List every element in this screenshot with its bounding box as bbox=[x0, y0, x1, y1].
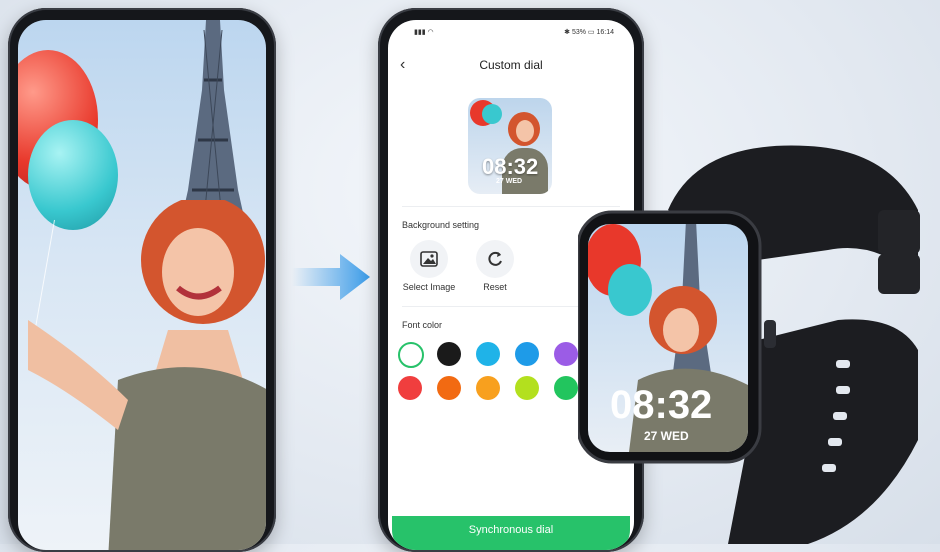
font-color-swatch[interactable] bbox=[437, 376, 461, 400]
preview-time: 08:32 bbox=[482, 154, 539, 179]
status-time: 16:14 bbox=[596, 29, 614, 36]
font-color-swatch[interactable] bbox=[515, 376, 539, 400]
font-color-label: Font color bbox=[402, 320, 443, 330]
select-image-button[interactable] bbox=[410, 240, 448, 278]
preview-date: 27 WED bbox=[496, 178, 523, 185]
smartwatch: 08:32 27 WED bbox=[578, 145, 920, 544]
font-color-swatch[interactable] bbox=[476, 342, 500, 366]
status-bar: ▮▮▮ ◠ ✱ 53% ▭ 16:14 bbox=[388, 26, 634, 40]
preview-teal-balloon bbox=[482, 104, 502, 124]
woman-photo bbox=[28, 200, 266, 550]
font-color-swatch[interactable] bbox=[515, 342, 539, 366]
font-color-swatch[interactable] bbox=[398, 376, 422, 400]
left-phone-screen-photo bbox=[18, 20, 266, 550]
dial-preview: 08:32 27 WED bbox=[468, 98, 552, 194]
page-title: Custom dial bbox=[479, 58, 543, 72]
image-icon bbox=[420, 251, 438, 267]
signal-icon: ▮▮▮ ◠ bbox=[414, 29, 434, 36]
select-image-label: Select Image bbox=[402, 282, 456, 292]
font-color-swatch[interactable] bbox=[554, 376, 578, 400]
watch-date: 27 WED bbox=[644, 429, 689, 443]
reset-button[interactable] bbox=[476, 240, 514, 278]
preview-woman-face bbox=[516, 120, 534, 142]
bluetooth-icon: ✱ bbox=[564, 29, 572, 36]
background-setting-label: Background setting bbox=[402, 220, 480, 230]
battery-level: 53% bbox=[571, 29, 586, 36]
reset-label: Reset bbox=[483, 282, 507, 292]
font-color-swatch[interactable] bbox=[476, 376, 500, 400]
refresh-icon bbox=[488, 251, 502, 266]
font-color-swatch[interactable] bbox=[554, 342, 578, 366]
left-phone bbox=[8, 8, 276, 552]
arrow-right-icon bbox=[292, 254, 370, 300]
font-color-swatch[interactable] bbox=[437, 342, 461, 366]
watch-time: 08:32 bbox=[610, 383, 712, 427]
font-color-swatch[interactable] bbox=[398, 342, 424, 368]
